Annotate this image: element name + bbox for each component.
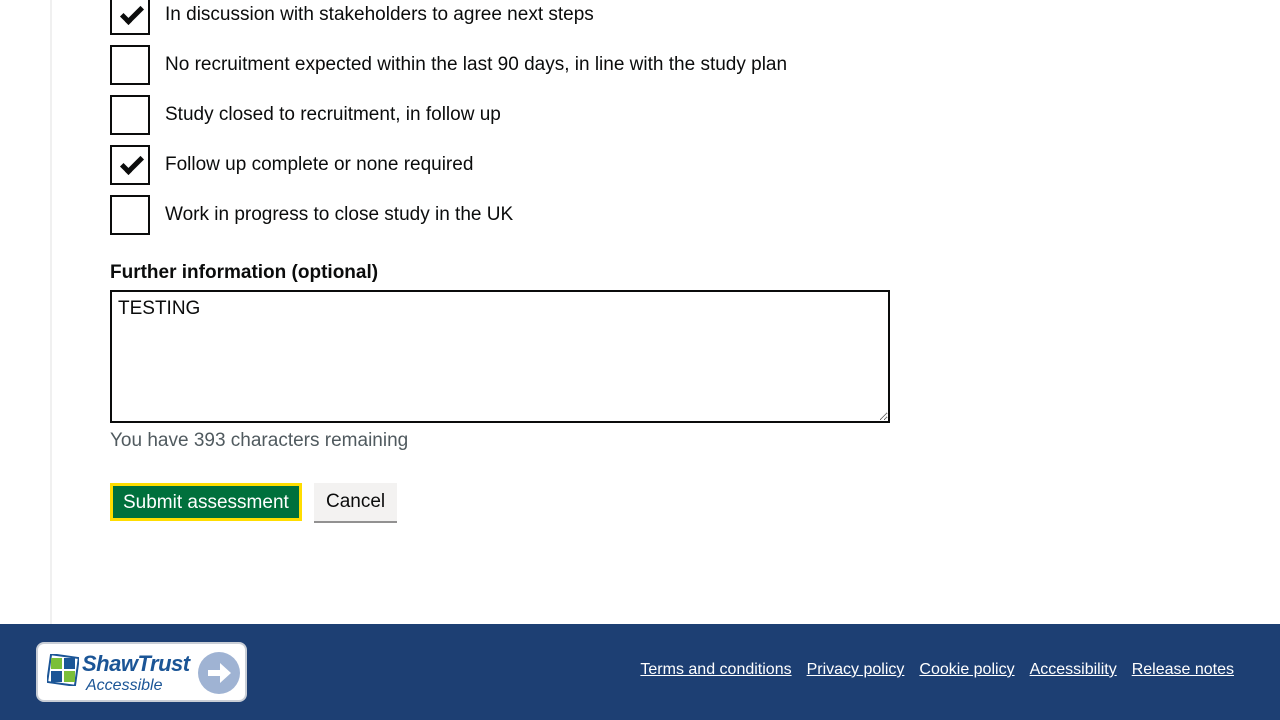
checkbox[interactable] bbox=[110, 145, 150, 185]
submit-assessment-button[interactable]: Submit assessment bbox=[110, 483, 302, 521]
checkbox-item[interactable]: No recruitment expected within the last … bbox=[110, 40, 787, 90]
badge-title: ShawTrust bbox=[82, 651, 190, 676]
checkbox[interactable] bbox=[110, 0, 150, 35]
arrow-right-icon bbox=[198, 652, 240, 694]
footer-link-terms[interactable]: Terms and conditions bbox=[640, 660, 791, 680]
checkbox-item[interactable]: Work in progress to close study in the U… bbox=[110, 190, 787, 240]
checkbox-label[interactable]: In discussion with stakeholders to agree… bbox=[165, 3, 594, 27]
badge-subtitle: Accessible bbox=[86, 677, 163, 694]
footer-link-release-notes[interactable]: Release notes bbox=[1132, 660, 1234, 680]
checkbox-label[interactable]: Study closed to recruitment, in follow u… bbox=[165, 103, 501, 127]
character-count-hint: You have 393 characters remaining bbox=[110, 430, 409, 451]
checkbox[interactable] bbox=[110, 95, 150, 135]
checkbox-label[interactable]: Follow up complete or none required bbox=[165, 153, 473, 177]
footer-link-cookies[interactable]: Cookie policy bbox=[919, 660, 1014, 680]
checkbox-label[interactable]: No recruitment expected within the last … bbox=[165, 53, 787, 77]
shaw-trust-logo-icon bbox=[47, 654, 79, 686]
checkbox-item[interactable]: Study closed to recruitment, in follow u… bbox=[110, 90, 787, 140]
footer-link-privacy[interactable]: Privacy policy bbox=[807, 660, 905, 680]
checkmark-icon bbox=[119, 0, 145, 26]
footer-link-accessibility[interactable]: Accessibility bbox=[1030, 660, 1117, 680]
status-checkbox-group: In discussion with stakeholders to agree… bbox=[110, 0, 787, 240]
page-left-border bbox=[0, 0, 52, 624]
checkbox-item[interactable]: Follow up complete or none required bbox=[110, 140, 787, 190]
shaw-trust-accessible-badge[interactable]: ShawTrust Accessible bbox=[36, 642, 247, 702]
checkbox[interactable] bbox=[110, 195, 150, 235]
checkbox-label[interactable]: Work in progress to close study in the U… bbox=[165, 203, 513, 227]
checkmark-icon bbox=[119, 150, 145, 176]
further-information-label: Further information (optional) bbox=[110, 262, 379, 283]
checkbox[interactable] bbox=[110, 45, 150, 85]
checkbox-item[interactable]: In discussion with stakeholders to agree… bbox=[110, 0, 787, 40]
footer-links: Terms and conditions Privacy policy Cook… bbox=[640, 660, 1234, 680]
further-information-textarea[interactable]: TESTING bbox=[110, 290, 890, 423]
site-footer: ShawTrust Accessible Terms and condition… bbox=[0, 624, 1280, 720]
cancel-button[interactable]: Cancel bbox=[314, 483, 398, 521]
